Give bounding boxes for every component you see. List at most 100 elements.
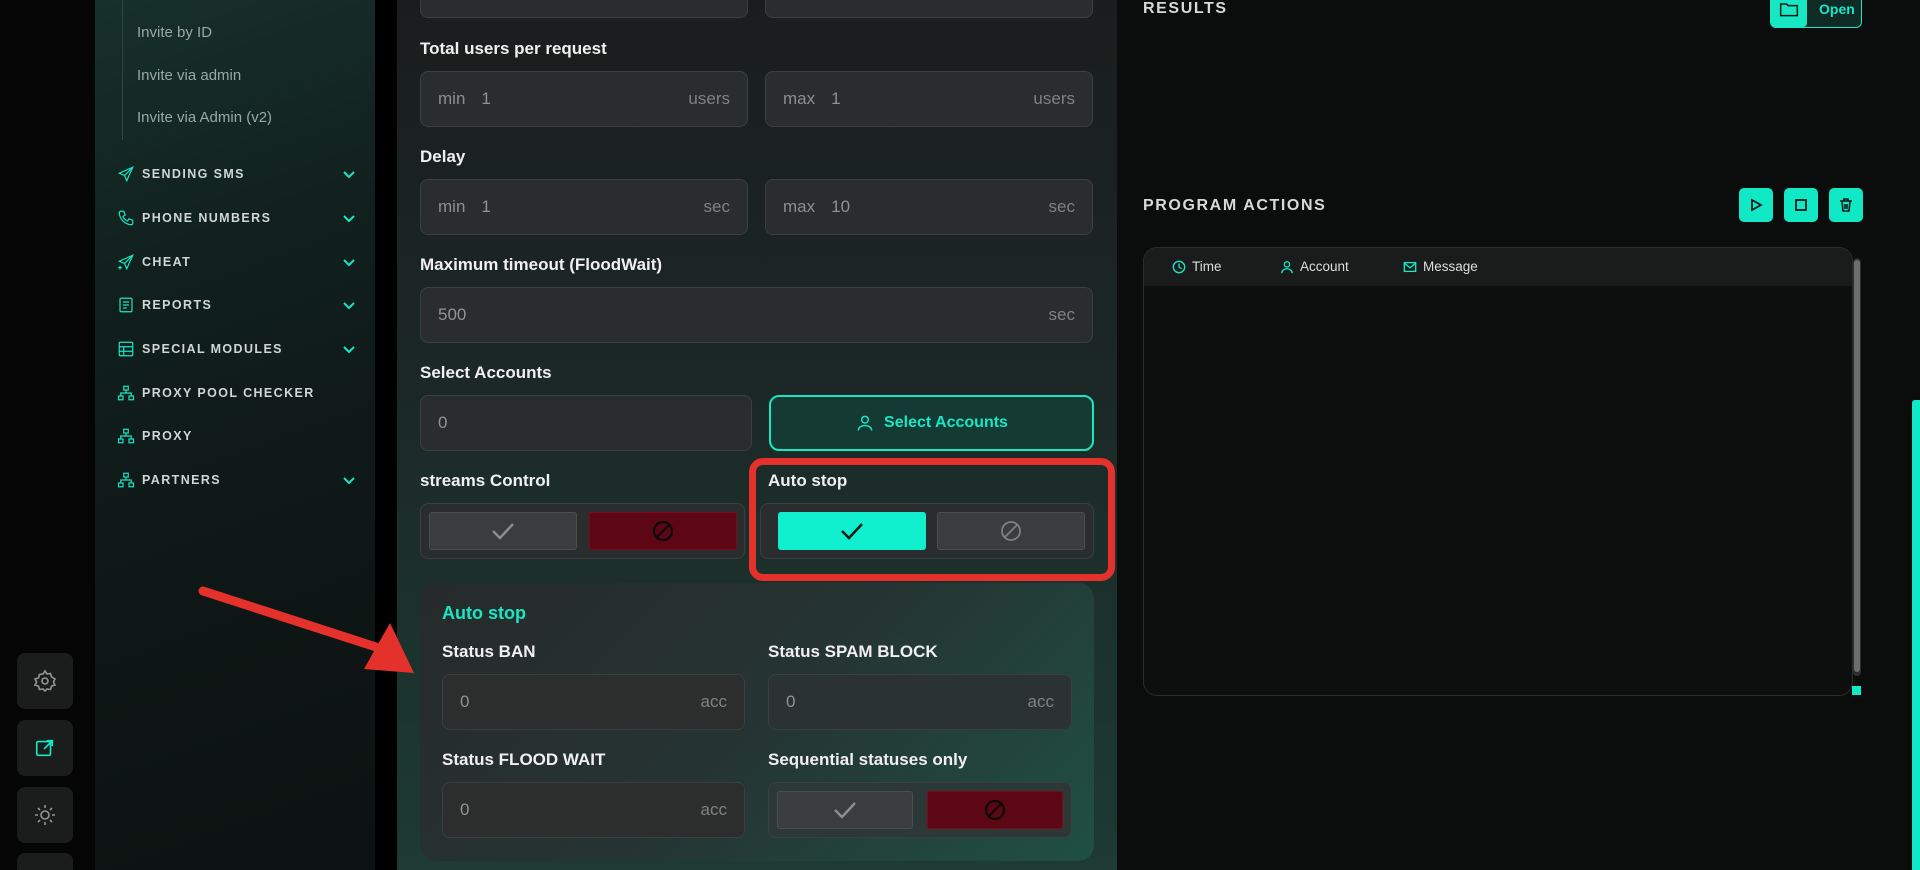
- rail-button-partial[interactable]: [17, 853, 73, 870]
- select-accounts-label: Select Accounts: [420, 363, 552, 382]
- report-icon: [119, 297, 133, 313]
- chevron-down-icon: [343, 215, 355, 223]
- submenu-invite-via-admin[interactable]: Invite via admin: [137, 67, 241, 84]
- streams-control-toggle: [420, 503, 745, 559]
- submenu-invite-via-admin-v2[interactable]: Invite via Admin (v2): [137, 109, 272, 126]
- status-flood-label: Status FLOOD WAIT: [442, 750, 606, 769]
- nav-cheat[interactable]: CHEAT: [117, 251, 357, 273]
- total-users-max-input[interactable]: max 1 users: [765, 71, 1093, 127]
- clear-button[interactable]: [1829, 188, 1863, 222]
- sequential-disable-button[interactable]: [927, 791, 1063, 829]
- nav-reports[interactable]: REPORTS: [117, 294, 357, 316]
- nav-proxy-pool-checker[interactable]: PROXY POOL CHECKER: [117, 382, 357, 404]
- nav-sending-sms[interactable]: SENDING SMS: [117, 163, 357, 185]
- field-prefix: max: [783, 89, 816, 108]
- streams-control-label: streams Control: [420, 471, 551, 490]
- field-unit: sec: [1048, 197, 1075, 216]
- settings-button[interactable]: [17, 653, 73, 709]
- user-icon: [857, 415, 873, 431]
- nav-label: REPORTS: [142, 298, 213, 312]
- chevron-down-icon: [343, 259, 355, 267]
- column-time[interactable]: Time: [1172, 259, 1222, 274]
- play-button[interactable]: [1739, 188, 1773, 222]
- open-results-button[interactable]: Open: [1770, 0, 1862, 28]
- delay-min-input[interactable]: min 1 sec: [420, 179, 748, 235]
- page-scrollbar[interactable]: [1912, 400, 1920, 870]
- field-value: 10: [831, 197, 851, 216]
- column-message[interactable]: Message: [1403, 259, 1478, 274]
- field-value: 0: [438, 413, 448, 432]
- status-flood-input[interactable]: 0 acc: [442, 782, 745, 838]
- block-icon: [984, 799, 1006, 821]
- streams-enable-button[interactable]: [429, 512, 577, 550]
- sun-icon: [35, 805, 55, 825]
- mail-icon: [1403, 261, 1417, 272]
- stop-button[interactable]: [1784, 188, 1818, 222]
- open-results-label: Open: [1819, 1, 1855, 17]
- field-unit: acc: [700, 800, 727, 819]
- invite-submenu: Invite by ID Invite via admin Invite via…: [122, 0, 352, 140]
- clock-icon: [1172, 260, 1186, 273]
- resize-handle[interactable]: [1852, 686, 1861, 695]
- field-value: 0: [460, 800, 470, 819]
- actions-log-table[interactable]: Time Account Message: [1143, 247, 1853, 696]
- field-prefix: max: [783, 197, 816, 216]
- input-partial-right[interactable]: [765, 0, 1093, 18]
- icon-rail: [0, 0, 95, 870]
- field-prefix: min: [438, 197, 466, 216]
- auto-stop-panel-title: Auto stop: [442, 603, 526, 623]
- check-icon: [492, 523, 514, 540]
- gear-icon: [33, 669, 57, 693]
- status-spam-label: Status SPAM BLOCK: [768, 642, 938, 661]
- delay-max-input[interactable]: max 10 sec: [765, 179, 1093, 235]
- program-actions-title: PROGRAM ACTIONS: [1143, 197, 1327, 214]
- status-ban-label: Status BAN: [442, 642, 536, 661]
- log-table-header: Time Account Message: [1144, 248, 1852, 286]
- status-spam-input[interactable]: 0 acc: [768, 674, 1072, 730]
- sequential-statuses-label: Sequential statuses only: [768, 750, 968, 769]
- chevron-down-icon: [343, 477, 355, 485]
- field-unit: users: [1033, 89, 1075, 108]
- submenu-invite-by-id[interactable]: Invite by ID: [137, 24, 212, 41]
- nav-partners[interactable]: PARTNERS: [117, 469, 357, 491]
- select-accounts-button[interactable]: Select Accounts: [769, 395, 1094, 451]
- nav-special-modules[interactable]: SPECIAL MODULES: [117, 338, 357, 360]
- delay-label: Delay: [420, 147, 466, 166]
- annotation-arrow: [198, 586, 414, 673]
- nav-label: PARTNERS: [142, 473, 222, 487]
- phone-icon: [118, 210, 134, 226]
- input-partial-left[interactable]: [420, 0, 748, 18]
- accounts-count-input[interactable]: 0: [420, 395, 752, 451]
- export-button[interactable]: [17, 720, 73, 776]
- network-icon: [117, 428, 135, 444]
- theme-button[interactable]: [17, 787, 73, 843]
- field-unit: users: [688, 89, 730, 108]
- log-scrollbar-thumb[interactable]: [1854, 260, 1860, 672]
- total-users-min-input[interactable]: min 1 users: [420, 71, 748, 127]
- timeout-label: Maximum timeout (FloodWait): [420, 255, 663, 274]
- column-account[interactable]: Account: [1280, 259, 1349, 274]
- network-icon: [117, 472, 135, 488]
- field-unit: sec: [703, 197, 730, 216]
- chevron-down-icon: [343, 302, 355, 310]
- timeout-input[interactable]: 500 sec: [420, 287, 1093, 343]
- nav-phone-numbers[interactable]: PHONE NUMBERS: [117, 207, 357, 229]
- field-value: 0: [786, 692, 796, 711]
- nav-proxy[interactable]: PROXY: [117, 425, 357, 447]
- check-icon: [834, 802, 856, 819]
- streams-disable-button[interactable]: [589, 512, 737, 550]
- nav-label: SPECIAL MODULES: [142, 342, 283, 356]
- play-icon: [1751, 198, 1763, 212]
- nav-label: PROXY: [142, 429, 193, 443]
- external-link-icon: [35, 739, 54, 757]
- field-unit: sec: [1048, 305, 1075, 324]
- status-ban-input[interactable]: 0 acc: [442, 674, 745, 730]
- sequential-enable-button[interactable]: [777, 791, 913, 829]
- field-prefix: min: [438, 89, 466, 108]
- results-title: RESULTS: [1143, 0, 1228, 17]
- sequential-statuses-toggle: [768, 782, 1072, 838]
- field-value: 500: [438, 305, 467, 324]
- nav-label: PHONE NUMBERS: [142, 211, 272, 225]
- select-accounts-button-label: Select Accounts: [884, 414, 1008, 431]
- paper-plane-plus-icon: [117, 254, 134, 271]
